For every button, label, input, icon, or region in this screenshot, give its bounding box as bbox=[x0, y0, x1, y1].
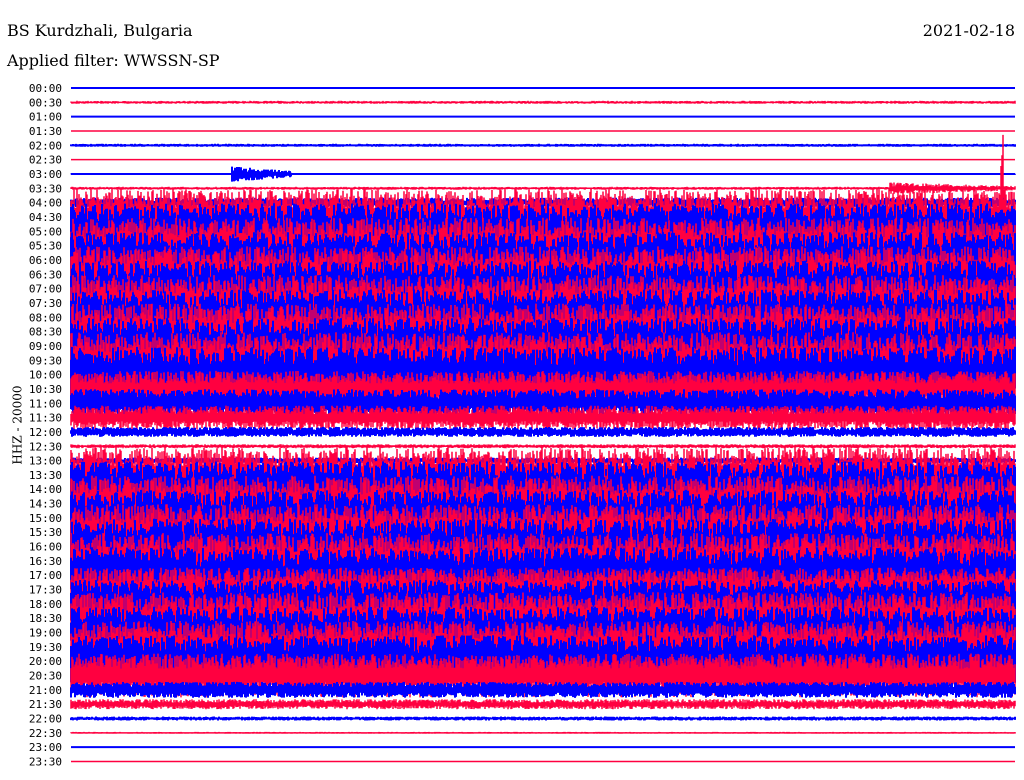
tick-label: 15:30 bbox=[29, 526, 62, 539]
tick-label: 18:00 bbox=[29, 598, 62, 611]
tick-label: 11:30 bbox=[29, 412, 62, 425]
tick-label: 23:30 bbox=[29, 756, 62, 769]
tick-label: 00:00 bbox=[29, 82, 62, 95]
tick-label: 14:30 bbox=[29, 498, 62, 511]
tick-label: 05:00 bbox=[29, 225, 62, 238]
trace-2100 bbox=[70, 681, 1016, 698]
tick-label: 08:30 bbox=[29, 326, 62, 339]
helicorder-plot: 00:0000:30 01:0001:3002:00 02:3003:0003:30… bbox=[29, 82, 1016, 769]
tick-label: 11:00 bbox=[29, 397, 62, 410]
tick-label: 10:30 bbox=[29, 383, 62, 396]
tick-label: 03:00 bbox=[29, 168, 62, 181]
tick-label: 22:00 bbox=[29, 713, 62, 726]
tick-label: 06:00 bbox=[29, 254, 62, 267]
tick-label: 13:30 bbox=[29, 469, 62, 482]
tick-label: 20:30 bbox=[29, 670, 62, 683]
trace-0030 bbox=[70, 100, 1016, 104]
tick-label: 16:00 bbox=[29, 541, 62, 554]
trace-1230 bbox=[70, 444, 1016, 449]
tick-label: 23:00 bbox=[29, 741, 62, 754]
tick-label: 04:30 bbox=[29, 211, 62, 224]
tick-label: 02:30 bbox=[29, 154, 62, 167]
tick-label: 12:30 bbox=[29, 440, 62, 453]
tick-label: 20:00 bbox=[29, 655, 62, 668]
tick-label: 08:00 bbox=[29, 311, 62, 324]
trace-2200 bbox=[70, 716, 1016, 721]
tick-label: 10:00 bbox=[29, 369, 62, 382]
tick-label: 09:30 bbox=[29, 354, 62, 367]
tick-label: 15:00 bbox=[29, 512, 62, 525]
tick-label: 01:30 bbox=[29, 125, 62, 138]
tick-label: 21:30 bbox=[29, 698, 62, 711]
trace-2230 bbox=[70, 731, 1016, 734]
tick-label: 12:00 bbox=[29, 426, 62, 439]
tick-label: 22:30 bbox=[29, 727, 62, 740]
tick-label: 07:30 bbox=[29, 297, 62, 310]
trace-0300 bbox=[70, 166, 1016, 182]
tick-label: 17:00 bbox=[29, 569, 62, 582]
tick-label: 00:30 bbox=[29, 96, 62, 109]
trace-1130 bbox=[70, 405, 1016, 430]
tick-label: 03:30 bbox=[29, 182, 62, 195]
trace-0200 bbox=[70, 143, 1016, 147]
tick-label: 18:30 bbox=[29, 612, 62, 625]
tick-label: 06:30 bbox=[29, 268, 62, 281]
tick-label: 14:00 bbox=[29, 483, 62, 496]
tick-label: 01:00 bbox=[29, 111, 62, 124]
tick-label: 19:00 bbox=[29, 627, 62, 640]
tick-label: 17:30 bbox=[29, 584, 62, 597]
tick-label: 04:00 bbox=[29, 197, 62, 210]
trace-1200 bbox=[70, 426, 1016, 437]
trace-2130 bbox=[70, 699, 1016, 710]
tick-label: 13:00 bbox=[29, 455, 62, 468]
tick-label: 21:00 bbox=[29, 684, 62, 697]
tick-label: 02:00 bbox=[29, 139, 62, 152]
tick-label: 09:00 bbox=[29, 340, 62, 353]
tick-label: 16:30 bbox=[29, 555, 62, 568]
tick-label: 19:30 bbox=[29, 641, 62, 654]
tick-label: 07:00 bbox=[29, 283, 62, 296]
tick-label: 05:30 bbox=[29, 240, 62, 253]
